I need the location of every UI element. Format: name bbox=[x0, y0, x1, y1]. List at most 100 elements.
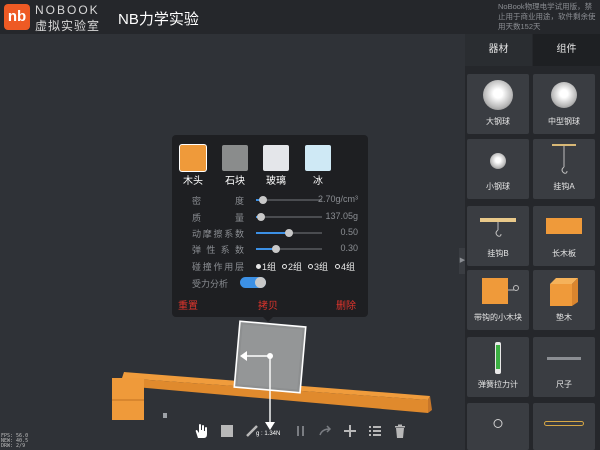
copy-button[interactable]: 拷贝 bbox=[258, 297, 278, 312]
material-ice-swatch[interactable] bbox=[305, 145, 331, 171]
mass-slider[interactable] bbox=[256, 213, 322, 221]
force-analysis-toggle-knob bbox=[255, 277, 266, 288]
material-glass-swatch[interactable] bbox=[263, 145, 289, 171]
hook-b-icon bbox=[480, 218, 516, 237]
item-label: 挂钩A bbox=[553, 182, 575, 191]
item-wedge-block[interactable]: 垫木 bbox=[533, 270, 595, 330]
density-value: 2.70g/cm³ bbox=[317, 194, 358, 204]
material-properties-popup: 木头 石块 玻璃 冰 密度 2.70g/cm³ 质量 137.05g 动摩擦系数… bbox=[172, 135, 368, 317]
redo-icon[interactable] bbox=[318, 423, 334, 439]
popup-pointer bbox=[262, 316, 274, 322]
item-large-steel-ball[interactable]: 大钢球 bbox=[467, 74, 529, 134]
collision-group-1-label: 1组 bbox=[262, 262, 277, 272]
friction-row: 动摩擦系数 0.50 bbox=[186, 227, 361, 239]
collision-group-3-radio[interactable]: 3组 bbox=[308, 260, 328, 273]
app-window: nb NOBOOK 虚拟实验室 NB力学实验 NoBook物理电学试用版，禁止用… bbox=[0, 0, 600, 450]
item-label: 尺子 bbox=[556, 380, 572, 389]
material-wood-swatch[interactable] bbox=[180, 145, 206, 171]
elasticity-slider[interactable] bbox=[256, 245, 322, 253]
item-hook-b[interactable]: 挂钩B bbox=[467, 206, 529, 266]
item-small-steel-ball[interactable]: 小钢球 bbox=[467, 139, 529, 199]
mass-row: 质量 137.05g bbox=[186, 211, 361, 223]
density-slider-thumb[interactable] bbox=[258, 196, 267, 204]
item-circle[interactable] bbox=[467, 403, 529, 450]
item-hook-a[interactable]: 挂钩A bbox=[533, 139, 595, 199]
material-glass-label: 玻璃 bbox=[266, 176, 286, 187]
long-board-icon bbox=[546, 218, 582, 234]
friction-slider[interactable] bbox=[256, 229, 322, 237]
item-label: 垫木 bbox=[556, 313, 572, 322]
hooked-block-icon bbox=[482, 278, 519, 304]
material-ice-label: 冰 bbox=[313, 176, 323, 187]
item-label: 长木板 bbox=[552, 249, 576, 258]
equipment-panel: 器材 组件 大钢球 中型钢球 小钢球 挂钩A 挂钩B 长木板 带钩的小木块 垫木… bbox=[465, 34, 600, 450]
rope-icon bbox=[544, 421, 584, 426]
collision-group-2-radio[interactable]: 2组 bbox=[282, 260, 302, 273]
friction-value: 0.50 bbox=[340, 227, 358, 237]
material-stone-label: 石块 bbox=[225, 176, 245, 187]
item-medium-steel-ball[interactable]: 中型钢球 bbox=[533, 74, 595, 134]
collision-group-4-radio[interactable]: 4组 bbox=[335, 260, 355, 273]
collision-group-1-radio[interactable]: 1组 bbox=[256, 260, 276, 273]
radio-dot-icon bbox=[282, 264, 287, 269]
item-label: 挂钩B bbox=[487, 249, 509, 258]
add-icon[interactable] bbox=[342, 423, 358, 439]
force-origin-dot bbox=[267, 353, 273, 359]
collision-layer-label: 碰撞作用层 bbox=[192, 262, 244, 272]
mass-label: 质量 bbox=[192, 213, 244, 223]
item-rope[interactable] bbox=[533, 403, 595, 450]
trash-icon[interactable] bbox=[392, 423, 408, 439]
small-marker bbox=[163, 413, 167, 418]
item-label: 弹簧拉力计 bbox=[478, 380, 518, 389]
item-spring-scale[interactable]: 弹簧拉力计 bbox=[467, 337, 529, 397]
collision-group-3-label: 3组 bbox=[314, 262, 329, 272]
radio-dot-icon bbox=[335, 264, 340, 269]
radio-dot-icon bbox=[256, 264, 261, 269]
item-label: 中型钢球 bbox=[548, 117, 580, 126]
collision-group-2-label: 2组 bbox=[288, 262, 303, 272]
collision-group-4-label: 4组 bbox=[341, 262, 356, 272]
mass-value: 137.05g bbox=[325, 211, 358, 221]
list-icon[interactable] bbox=[367, 423, 383, 439]
medium-steel-ball-icon bbox=[551, 82, 577, 108]
force-arrow-head-down bbox=[265, 422, 275, 430]
pause-icon[interactable] bbox=[293, 423, 309, 439]
reset-button[interactable]: 重置 bbox=[178, 297, 198, 312]
square-tool-icon[interactable] bbox=[219, 423, 235, 439]
tab-equipment[interactable]: 器材 bbox=[465, 34, 532, 66]
pen-tool-icon[interactable] bbox=[244, 423, 260, 439]
delete-button[interactable]: 删除 bbox=[336, 297, 356, 312]
friction-slider-thumb[interactable] bbox=[285, 229, 293, 237]
hook-a-icon bbox=[552, 144, 576, 174]
ruler-icon bbox=[547, 357, 581, 360]
density-slider[interactable] bbox=[256, 196, 322, 204]
item-hooked-block[interactable]: 带钩的小木块 bbox=[467, 270, 529, 330]
spring-scale-icon bbox=[495, 342, 501, 374]
panel-tabs: 器材 组件 bbox=[465, 34, 600, 66]
elasticity-value: 0.30 bbox=[340, 243, 358, 253]
collision-layer-row: 碰撞作用层 1组 2组 3组 4组 bbox=[186, 260, 361, 272]
density-label: 密度 bbox=[192, 196, 244, 206]
elasticity-row: 弹性系数 0.30 bbox=[186, 243, 361, 255]
force-analysis-label: 受力分析 bbox=[192, 279, 229, 289]
item-long-board[interactable]: 长木板 bbox=[533, 206, 595, 266]
item-label: 大钢球 bbox=[486, 117, 510, 126]
elasticity-slider-thumb[interactable] bbox=[271, 245, 280, 253]
small-steel-ball-icon bbox=[490, 153, 506, 169]
force-analysis-row: 受力分析 bbox=[186, 277, 361, 289]
force-analysis-toggle[interactable] bbox=[240, 277, 266, 288]
mass-slider-thumb[interactable] bbox=[257, 213, 266, 221]
hand-tool-icon[interactable] bbox=[193, 423, 209, 439]
material-stone-swatch[interactable] bbox=[222, 145, 248, 171]
radio-dot-icon bbox=[308, 264, 313, 269]
support-block-edge bbox=[112, 399, 144, 401]
friction-label: 动摩擦系数 bbox=[192, 229, 244, 239]
circle-icon bbox=[493, 419, 503, 428]
elasticity-label: 弹性系数 bbox=[192, 245, 244, 255]
debug-hud: FPS: 56.0 NEW: 40.5 DRW: 2/9 bbox=[1, 434, 28, 449]
large-steel-ball-icon bbox=[483, 80, 513, 110]
density-row: 密度 2.70g/cm³ bbox=[186, 194, 361, 206]
material-wood-label: 木头 bbox=[183, 176, 203, 187]
item-ruler[interactable]: 尺子 bbox=[533, 337, 595, 397]
tab-components[interactable]: 组件 bbox=[533, 34, 600, 66]
